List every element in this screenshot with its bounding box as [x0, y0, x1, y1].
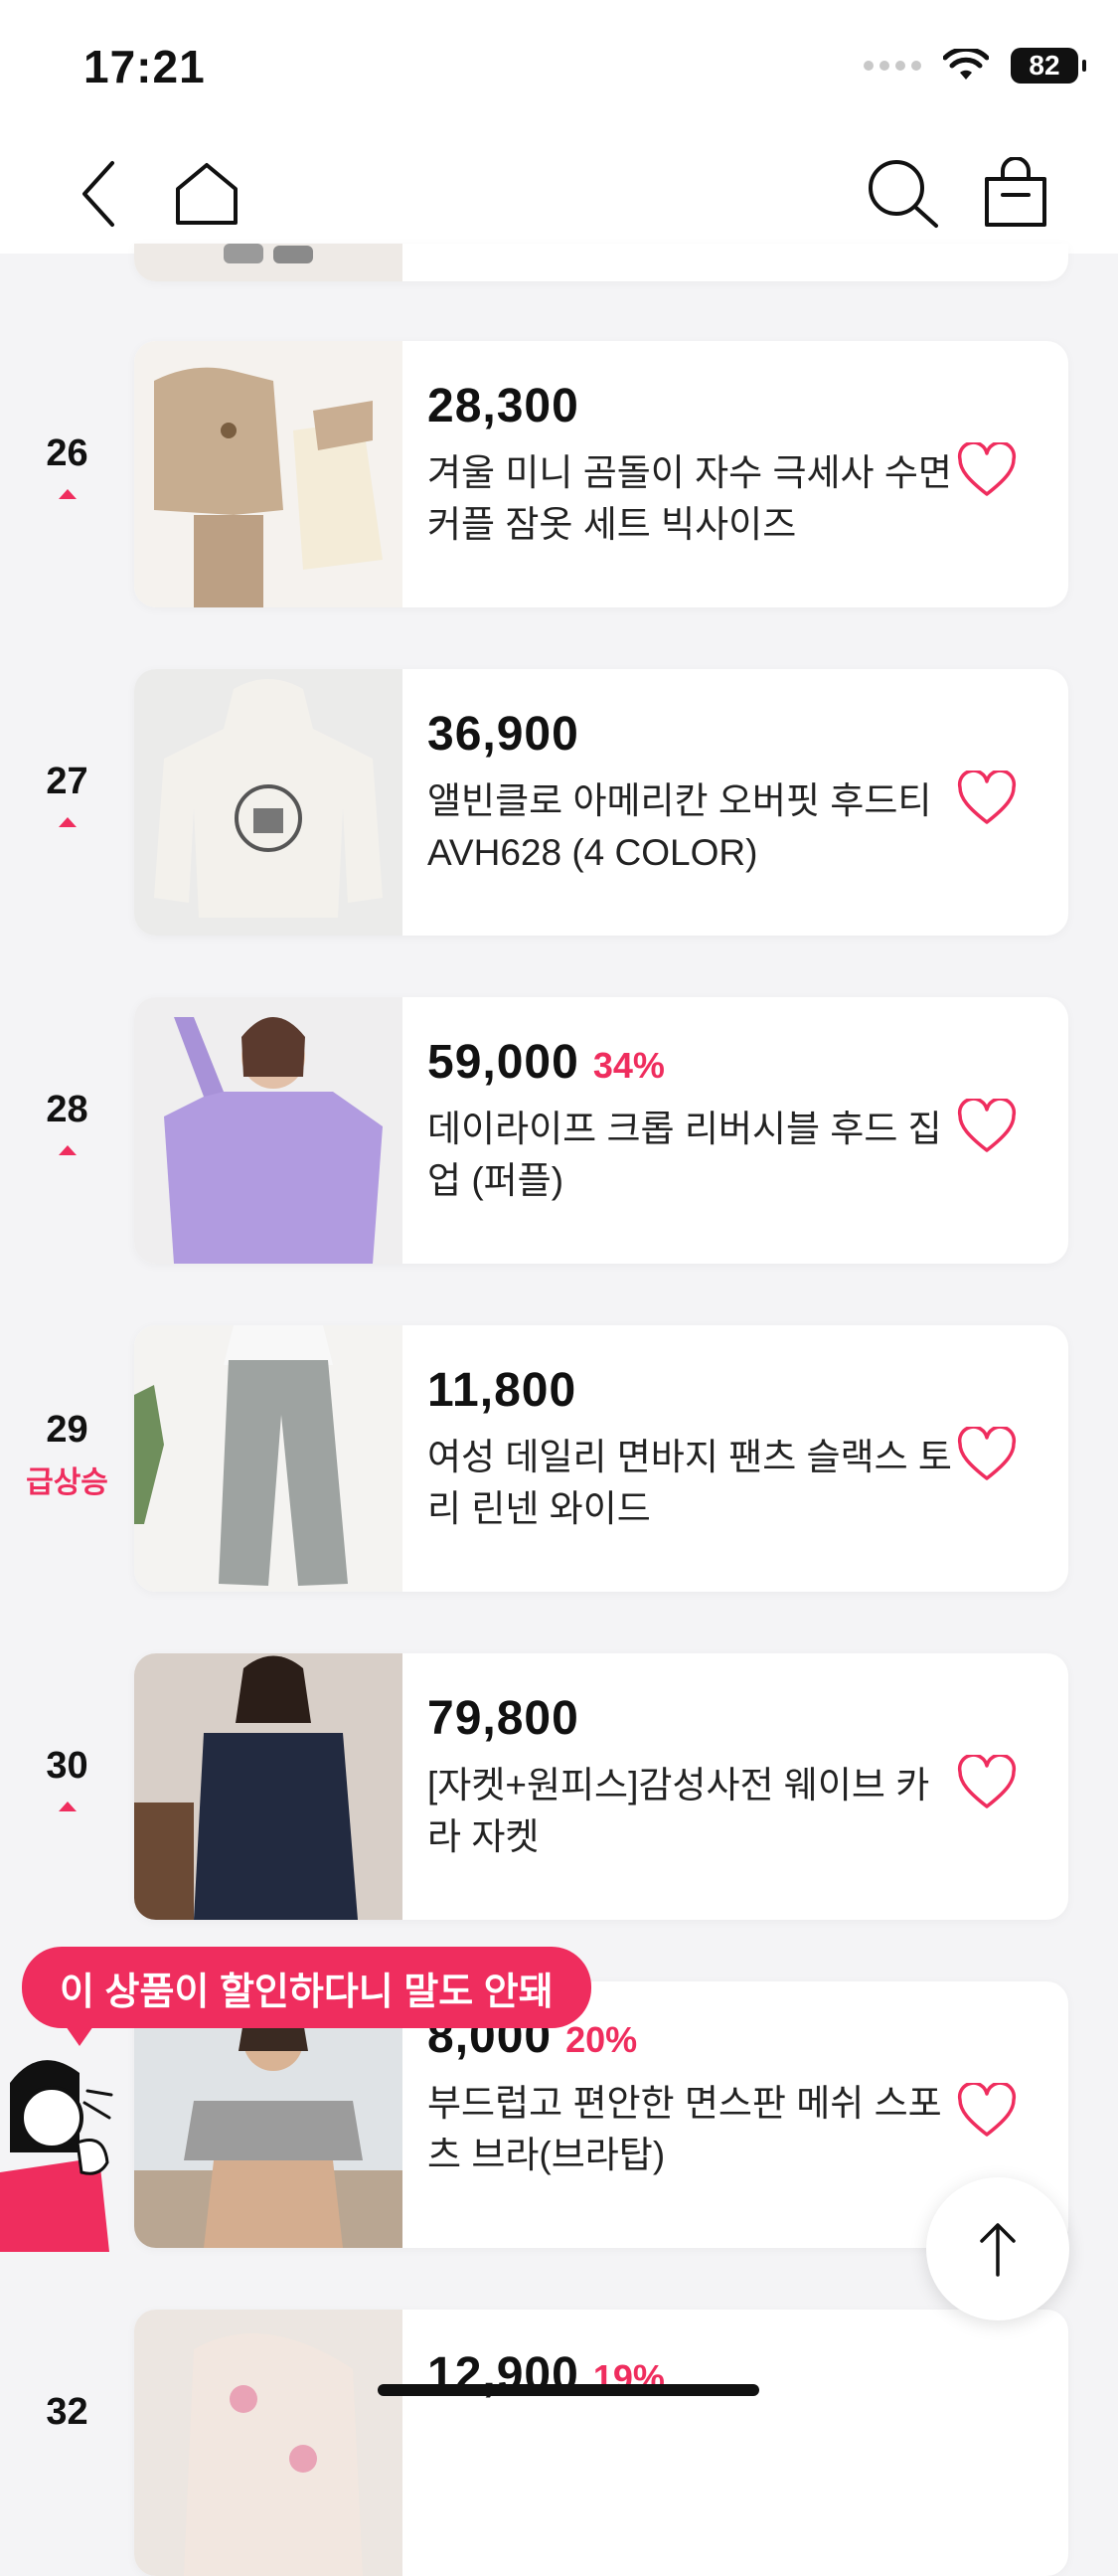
top-navigation [0, 134, 1118, 254]
scroll-top-button[interactable] [926, 2177, 1069, 2320]
battery-icon: 82 [1011, 48, 1086, 84]
product-image [134, 341, 402, 607]
rank-up-icon [58, 1145, 77, 1155]
product-price: 79,800 [427, 1692, 579, 1745]
home-button[interactable] [167, 154, 246, 234]
product-title: [자켓+원피스]감성사전 웨이브 카라 자켓 [427, 1765, 930, 1857]
rank-number: 32 [46, 2391, 88, 2433]
heart-icon[interactable] [957, 2083, 1017, 2139]
rank-number: 30 [46, 1745, 88, 1787]
heart-icon[interactable] [957, 1099, 1017, 1154]
search-icon [869, 160, 938, 228]
rank-up-icon [58, 1802, 77, 1811]
promo-speech-bubble[interactable]: 이 상품이 할인하다니 말도 안돼 [22, 1947, 591, 2046]
product-price: 36,900 [427, 708, 579, 761]
product-image [134, 2310, 402, 2576]
product-price: 59,000 [427, 1036, 579, 1089]
product-image [134, 997, 402, 1264]
rank-indicator: 27 [0, 761, 134, 827]
product-title: 데이라이프 크롭 리버시블 후드 집업 (퍼플) [427, 1109, 942, 1201]
rank-number: 29 [46, 1409, 88, 1451]
product-price: 28,300 [427, 380, 579, 432]
product-card[interactable]: 36,900 앨빈클로 아메리칸 오버핏 후드티 AVH628 (4 COLOR… [134, 669, 1068, 936]
wifi-icon [943, 49, 989, 80]
rank-up-icon [58, 489, 77, 499]
status-bar: 17:21 82 [0, 0, 1118, 134]
chevron-left-icon [82, 161, 114, 227]
heart-icon[interactable] [957, 771, 1017, 826]
shopping-bag-icon [985, 157, 1046, 227]
product-card[interactable]: 12,900 19% [134, 2310, 1068, 2576]
product-card[interactable]: 79,800 [자켓+원피스]감성사전 웨이브 카라 자켓 [134, 1653, 1068, 1920]
product-image [134, 1325, 402, 1592]
signal-icon [864, 61, 921, 71]
home-icon [176, 163, 238, 225]
product-card[interactable]: 59,000 34% 데이라이프 크롭 리버시블 후드 집업 (퍼플) [134, 997, 1068, 1264]
discount-rate: 34% [592, 1045, 665, 1086]
search-button[interactable] [863, 154, 942, 234]
heart-icon[interactable] [957, 442, 1017, 498]
heart-icon[interactable] [957, 1755, 1017, 1810]
product-price: 11,800 [427, 1364, 577, 1417]
product-image [134, 669, 402, 936]
rank-number: 26 [46, 432, 88, 474]
heart-icon[interactable] [957, 1427, 1017, 1482]
product-image [134, 244, 402, 281]
rank-indicator: 30 [0, 1745, 134, 1811]
product-title: 겨울 미니 곰돌이 자수 극세사 수면 커플 잠옷 세트 빅사이즈 [427, 452, 952, 545]
home-indicator [378, 2384, 759, 2396]
product-title: 여성 데일리 면바지 팬츠 슬랙스 토리 린넨 와이드 [427, 1437, 952, 1529]
rank-indicator: 29 급상승 [0, 1409, 134, 1501]
product-title: 부드럽고 편안한 면스판 메쉬 스포츠 브라(브라탑) [427, 2083, 942, 2175]
mascot-illustration [0, 2060, 113, 2252]
back-button[interactable] [60, 154, 139, 234]
arrow-up-icon [980, 2223, 1016, 2277]
rank-number: 27 [46, 761, 88, 802]
rank-indicator: 26 [0, 432, 134, 499]
discount-rate: 20% [565, 2019, 638, 2060]
cart-button[interactable] [976, 154, 1055, 234]
rank-indicator: 32 [0, 2391, 134, 2434]
status-indicators: 82 [864, 48, 1086, 84]
product-card[interactable] [134, 244, 1068, 281]
status-time: 17:21 [83, 41, 206, 92]
rank-number: 28 [46, 1089, 88, 1130]
rank-up-icon [58, 817, 77, 827]
product-card[interactable]: 11,800 여성 데일리 면바지 팬츠 슬랙스 토리 린넨 와이드 [134, 1325, 1068, 1592]
product-card[interactable]: 28,300 겨울 미니 곰돌이 자수 극세사 수면 커플 잠옷 세트 빅사이즈 [134, 341, 1068, 607]
rank-trend-badge: 급상승 [26, 1466, 108, 1499]
product-image [134, 1653, 402, 1920]
product-title: 앨빈클로 아메리칸 오버핏 후드티 AVH628 (4 COLOR) [427, 780, 932, 873]
rank-indicator: 28 [0, 1089, 134, 1155]
